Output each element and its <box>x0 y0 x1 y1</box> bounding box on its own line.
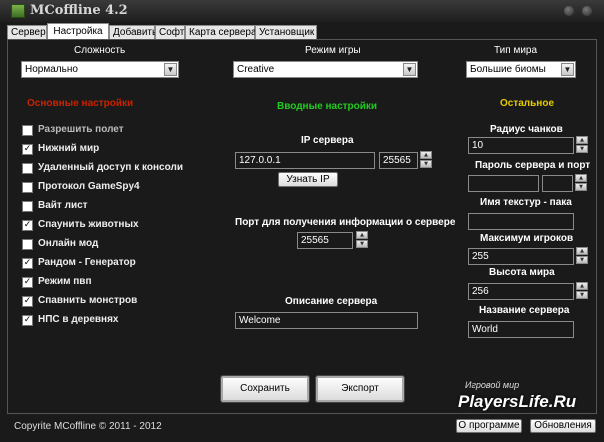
gamemode-label: Режим игры <box>305 45 361 56</box>
checkbox-gamespy4[interactable] <box>22 182 33 193</box>
tab-add[interactable]: Добавить <box>109 25 157 39</box>
minimize-icon[interactable] <box>564 6 574 16</box>
chunk-radius-input[interactable] <box>468 137 574 154</box>
worldtype-select[interactable]: Большие биомы ▼ <box>466 61 576 78</box>
checkbox-pvp[interactable]: ✓ <box>22 277 33 288</box>
difficulty-value: Нормально <box>25 64 78 75</box>
checkbox-label: Рандом - Генератор <box>38 257 136 268</box>
checkbox-allow-flight[interactable] <box>22 125 33 136</box>
worldtype-label: Тип мира <box>494 45 538 56</box>
texture-label: Имя текстур - пака <box>480 197 572 208</box>
chevron-down-icon[interactable]: ▼ <box>403 63 416 76</box>
server-name-label: Название сервера <box>479 305 570 316</box>
checkbox-nether[interactable]: ✓ <box>22 144 33 155</box>
password-port-spinner[interactable]: ▲ ▼ <box>575 174 587 191</box>
tab-installer[interactable]: Установщик <box>255 25 317 39</box>
worldtype-value: Большие биомы <box>470 64 546 75</box>
port-input[interactable] <box>379 152 418 169</box>
ip-input[interactable] <box>235 152 375 169</box>
about-button[interactable]: О программе <box>456 419 522 433</box>
max-players-label: Максимум игроков <box>480 233 574 244</box>
checkbox-label: Онлайн мод <box>38 238 99 249</box>
chunk-radius-spinner[interactable]: ▲ ▼ <box>576 136 588 153</box>
checkbox-label: Нижний мир <box>38 143 100 154</box>
app-icon <box>11 4 25 18</box>
export-button[interactable]: Экспорт <box>315 375 405 403</box>
tab-server-map[interactable]: Карта сервера <box>185 25 257 39</box>
password-input[interactable] <box>468 175 539 192</box>
description-label: Описание сервера <box>285 296 378 307</box>
ip-label: IP сервера <box>301 135 354 146</box>
updates-label: Обновления <box>534 420 592 431</box>
height-input[interactable] <box>468 283 574 300</box>
query-port-spinner[interactable]: ▲ ▼ <box>356 231 368 248</box>
checkbox-label: Режим пвп <box>38 276 92 287</box>
gamemode-select[interactable]: Creative ▼ <box>233 61 418 78</box>
description-input[interactable] <box>235 312 418 329</box>
section-main-title: Основные настройки <box>27 98 134 109</box>
checkbox-online-mode[interactable] <box>22 239 33 250</box>
checkbox-npc-villages[interactable]: ✓ <box>22 315 33 326</box>
save-label: Сохранить <box>240 383 290 394</box>
query-port-label: Порт для получения информации о сервере <box>235 217 456 228</box>
export-label: Экспорт <box>341 383 379 394</box>
checkbox-spawn-animals[interactable]: ✓ <box>22 220 33 231</box>
checkbox-label: Удаленный доступ к консоли <box>38 162 183 173</box>
checkbox-label: НПС в деревнях <box>38 314 119 325</box>
port-spinner[interactable]: ▲ ▼ <box>420 151 432 168</box>
checkbox-label: Спавнить монстров <box>38 295 138 306</box>
about-label: О программе <box>458 420 520 431</box>
tab-settings[interactable]: Настройка <box>47 23 109 39</box>
window-title: MCoffline 4.2 <box>30 3 128 18</box>
texture-input[interactable] <box>468 213 574 230</box>
checkbox-rcon[interactable] <box>22 163 33 174</box>
gamemode-value: Creative <box>237 64 275 75</box>
max-players-input[interactable] <box>468 248 574 265</box>
checkbox-label: Вайт лист <box>38 200 88 211</box>
section-input-title: Вводные настройки <box>277 101 378 112</box>
password-port-input[interactable] <box>542 175 573 192</box>
checkbox-label: Спаунить животных <box>38 219 139 230</box>
password-label: Пароль сервера и порт <box>475 160 591 171</box>
chunk-radius-label: Радиус чанков <box>490 124 563 135</box>
chevron-down-icon[interactable]: ▼ <box>164 63 177 76</box>
query-port-input[interactable] <box>297 232 353 249</box>
difficulty-select[interactable]: Нормально ▼ <box>21 61 179 78</box>
save-button[interactable]: Сохранить <box>220 375 310 403</box>
server-name-input[interactable] <box>468 321 574 338</box>
tab-soft[interactable]: Софт <box>155 25 185 39</box>
copyright-text: Copyrite MCoffline © 2011 - 2012 <box>14 421 162 432</box>
chevron-down-icon[interactable]: ▼ <box>561 63 574 76</box>
height-label: Высота мира <box>489 267 555 278</box>
checkbox-whitelist[interactable] <box>22 201 33 212</box>
watermark-logo: Игровой мир PlayersLife.Ru <box>440 372 595 424</box>
updates-button[interactable]: Обновления <box>530 419 596 433</box>
checkbox-spawn-monsters[interactable]: ✓ <box>22 296 33 307</box>
watermark-small-text: Игровой мир <box>465 380 520 390</box>
watermark-big-text: PlayersLife.Ru <box>458 392 577 411</box>
checkbox-label: Протокол GameSpy4 <box>38 181 140 192</box>
settings-panel: Сложность Нормально ▼ Режим игры Creativ… <box>7 39 597 414</box>
height-spinner[interactable]: ▲ ▼ <box>576 282 588 299</box>
title-bar: MCoffline 4.2 <box>0 0 604 22</box>
checkbox-label: Разрешить полет <box>38 124 124 135</box>
close-icon[interactable] <box>582 6 592 16</box>
find-ip-label: Узнать IP <box>286 174 330 185</box>
difficulty-label: Сложность <box>74 45 126 56</box>
find-ip-button[interactable]: Узнать IP <box>278 172 338 187</box>
tab-server[interactable]: Сервер <box>7 25 47 39</box>
checkbox-random-generator[interactable]: ✓ <box>22 258 33 269</box>
max-players-spinner[interactable]: ▲ ▼ <box>576 247 588 264</box>
section-other-title: Остальное <box>500 98 555 109</box>
